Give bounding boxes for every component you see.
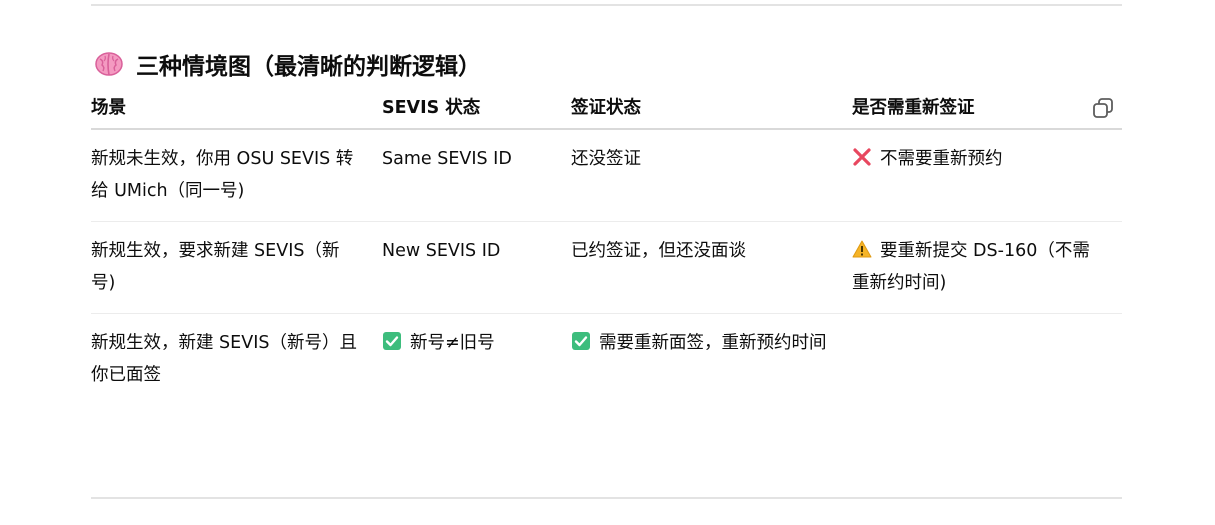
cell-resign: 不需要重新预约: [852, 129, 1122, 222]
cell-scenario: 新规未生效，你用 OSU SEVIS 转给 UMich（同一号): [91, 129, 382, 222]
table-row: 新规生效，新建 SEVIS（新号）且你已面签 新号≠旧号 需要重新面签，重新预约…: [91, 314, 1122, 438]
cell-sevis-status: 新号≠旧号: [382, 314, 571, 438]
cell-resign: 要重新提交 DS-160（不需重新约时间): [852, 221, 1122, 314]
column-header-resign: 是否需重新签证: [852, 92, 1122, 130]
heading-text: 三种情境图（最清晰的判断逻辑）: [136, 54, 481, 80]
cross-mark-icon: [853, 148, 871, 166]
cell-visa-text: 需要重新面签，重新预约时间: [599, 333, 827, 353]
scenario-table: 场景 SEVIS 状态 签证状态 是否需重新签证 新规未生效，你用 OSU SE…: [91, 92, 1122, 437]
cell-visa-status: 还没签证: [571, 129, 852, 222]
column-header-sevis-status: SEVIS 状态: [382, 92, 571, 130]
top-divider: [91, 4, 1122, 6]
cell-scenario: 新规生效，新建 SEVIS（新号）且你已面签: [91, 333, 357, 385]
copy-icon: [1093, 98, 1113, 118]
cell-resign-text: 不需要重新预约: [880, 149, 1003, 169]
table-row: 新规生效，要求新建 SEVIS（新号) New SEVIS ID 已约签证，但还…: [91, 221, 1122, 314]
cell-scenario: 新规生效，要求新建 SEVIS（新号): [91, 221, 382, 314]
column-header-visa-status: 签证状态: [571, 92, 852, 130]
cell-visa-status: 需要重新面签，重新预约时间: [571, 314, 852, 438]
cell-sevis-text: 新号≠旧号: [410, 333, 495, 353]
cell-visa-status: 已约签证，但还没面谈: [571, 221, 852, 314]
cell-resign: [852, 314, 1122, 438]
check-mark-icon: [572, 332, 590, 350]
column-header-scenario: 场景: [91, 92, 382, 130]
table-row: 新规未生效，你用 OSU SEVIS 转给 UMich（同一号) Same SE…: [91, 129, 1122, 222]
table-header-row: 场景 SEVIS 状态 签证状态 是否需重新签证: [91, 92, 1122, 130]
cell-resign-text: 要重新提交 DS-160（不需重新约时间): [852, 241, 1090, 293]
cell-sevis-status: Same SEVIS ID: [382, 129, 571, 222]
warning-icon: [852, 240, 872, 258]
cell-sevis-status: New SEVIS ID: [382, 221, 571, 314]
brain-icon: [95, 52, 123, 76]
section-heading: 三种情境图（最清晰的判断逻辑）: [94, 44, 481, 84]
copy-table-button[interactable]: [1091, 96, 1115, 120]
check-mark-icon: [383, 332, 401, 350]
bottom-divider: [91, 497, 1122, 499]
